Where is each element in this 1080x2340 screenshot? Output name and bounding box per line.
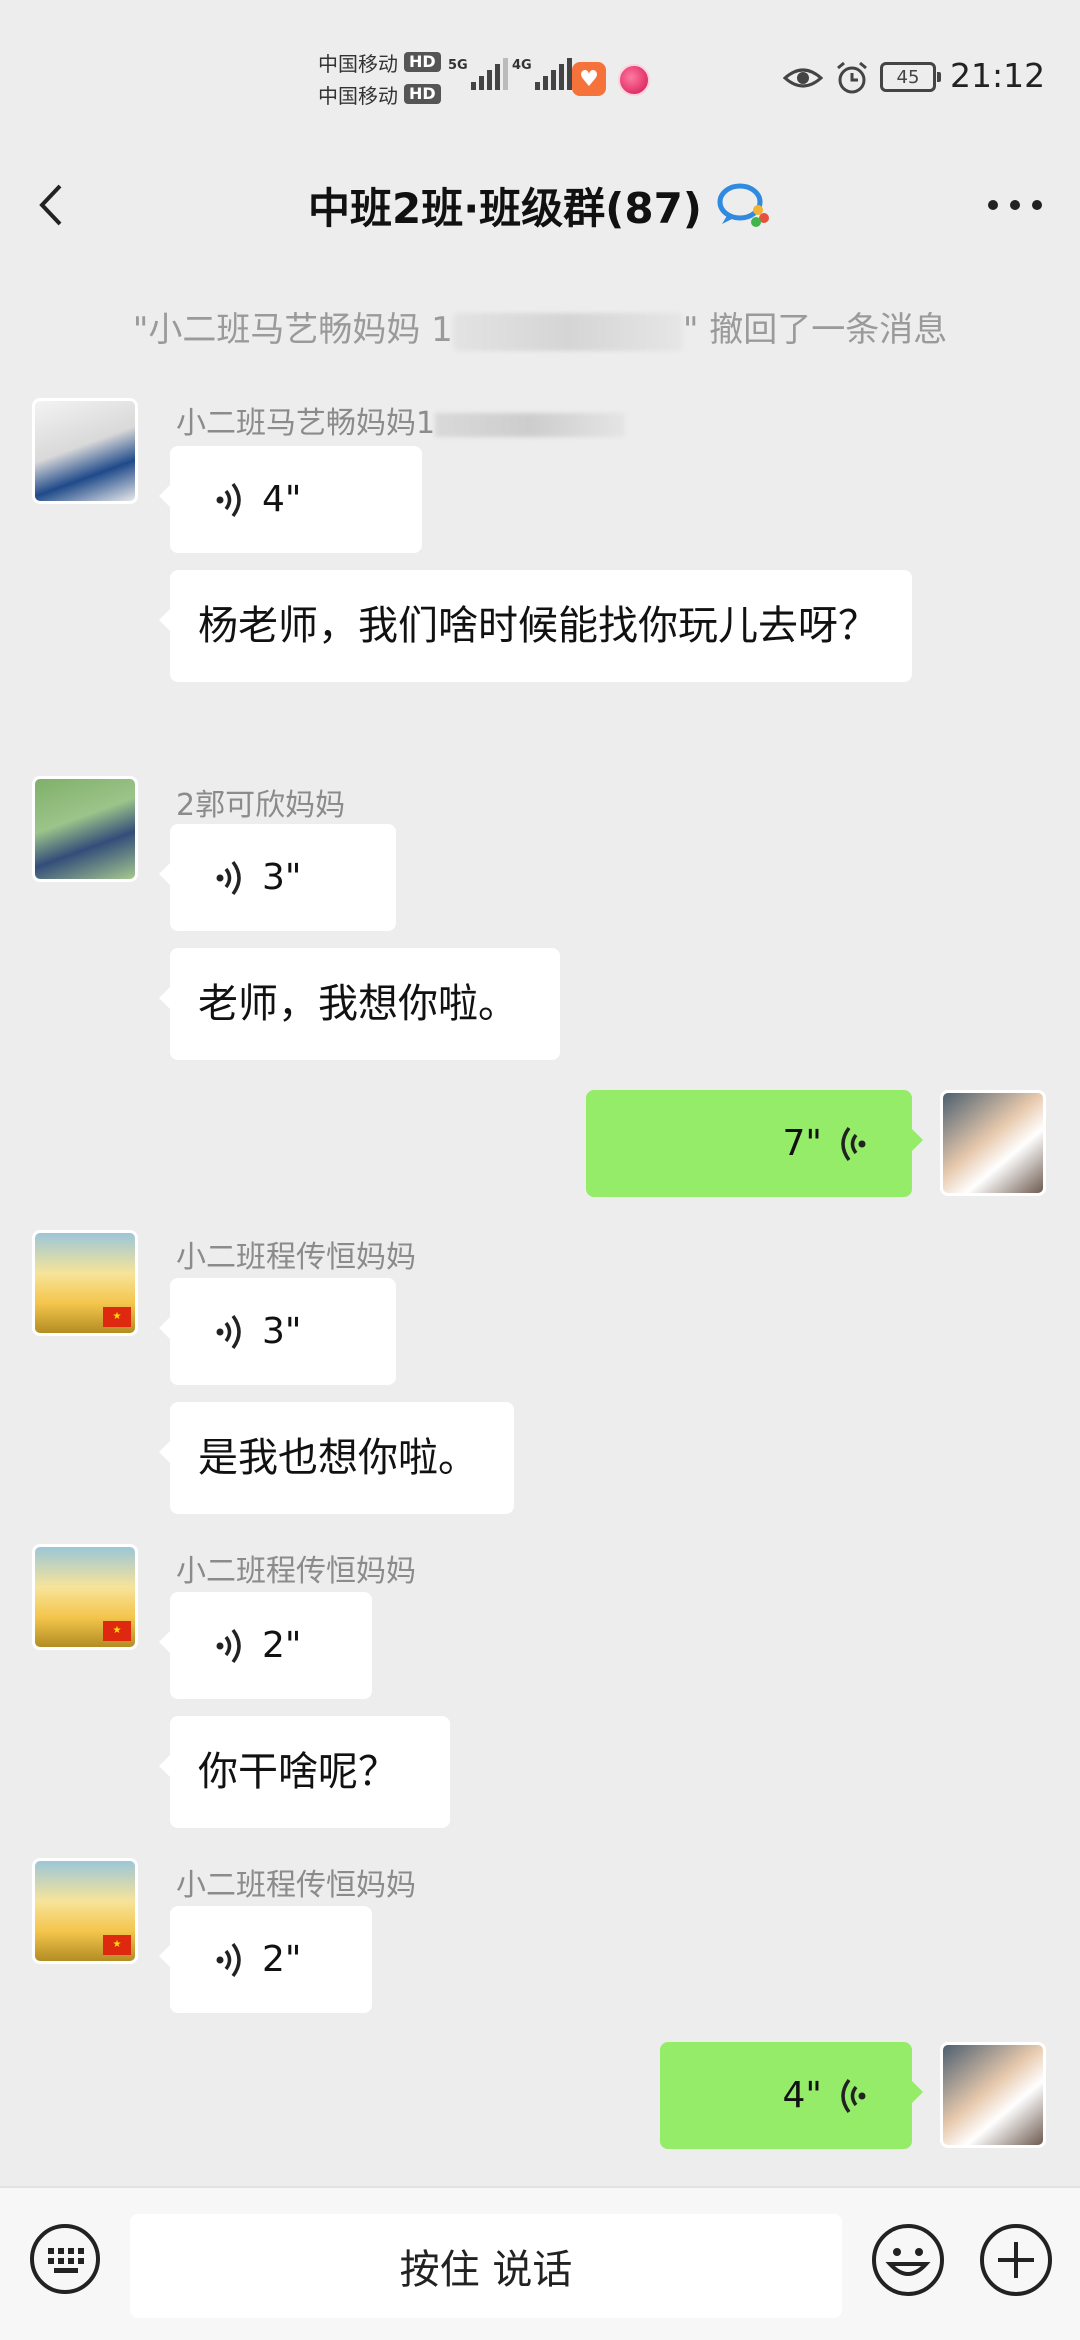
recall-notice: "小二班马艺畅妈妈 1 " 撤回了一条消息 [132,310,948,351]
voice-wave-icon [216,1942,241,1977]
voice-duration: 4" [782,2075,822,2116]
text-message[interactable]: 是我也想你啦。 [159,1402,514,1514]
signal-5g-icon: 5G [448,58,511,90]
avatar[interactable]: ★ [32,1230,138,1336]
voice-message[interactable]: 3" [159,824,396,931]
eye-icon [783,68,823,88]
avatar[interactable] [32,776,138,882]
voice-duration: 3" [262,1311,302,1352]
battery-level: 45 [896,66,920,88]
health-app-icon: ♥ [572,62,606,96]
voice-wave-icon [841,1126,866,1161]
hd-badge: HD [404,84,441,104]
voice-wave-icon [216,860,241,895]
signal-4g-icon: 4G [512,58,575,90]
voice-wave-icon [216,1628,241,1663]
carrier-1: 中国移动 [318,51,398,76]
voice-wave-icon [216,1314,241,1349]
keyboard-icon[interactable] [28,2222,102,2296]
alarm-icon [837,61,867,94]
voice-message[interactable]: 4" [159,446,422,553]
redacted-text [435,412,626,437]
text-message[interactable]: 你干啥呢？ [159,1716,450,1828]
notification-dot-icon [618,64,650,96]
emoji-icon[interactable] [870,2222,946,2298]
sender-name: 小二班程传恒妈妈 [176,1868,416,1903]
chat-header: 中班2班·班级群(87) [0,150,1080,260]
voice-wave-icon [841,2078,866,2113]
voice-message[interactable]: 2" [159,1592,372,1699]
my-avatar[interactable] [940,2042,1046,2148]
clock: 21:12 [950,56,1046,95]
voice-wave-icon [216,482,241,517]
flag-icon: ★ [103,1307,131,1327]
voice-message[interactable]: 2" [159,1906,372,2013]
voice-message[interactable]: 4" [660,2042,923,2149]
input-bar: 按住 说话 [0,2186,1080,2340]
chat-title: 中班2班·班级群(87) [307,183,703,233]
hd-badge: HD [404,52,441,72]
voice-duration: 2" [262,1939,302,1980]
carrier-info: 中国移动 HD 中国移动 HD [318,46,441,110]
sender-name: 2郭可欣妈妈 [176,788,346,823]
sender-name: 小二班马艺畅妈妈1 [176,398,626,442]
sender-name: 小二班程传恒妈妈 [176,1554,416,1589]
voice-message[interactable]: 3" [159,1278,396,1385]
voice-duration: 4" [262,479,302,520]
battery-icon: 45 [880,62,941,92]
hold-to-talk-button[interactable]: 按住 说话 [130,2214,842,2318]
my-avatar[interactable] [940,1090,1046,1196]
flag-icon: ★ [103,1935,131,1955]
flag-icon: ★ [103,1621,131,1641]
voice-duration: 3" [262,857,302,898]
carrier-2: 中国移动 [318,83,398,108]
plus-icon[interactable] [978,2222,1054,2298]
sender-name: 小二班程传恒妈妈 [176,1240,416,1275]
status-bar: 中国移动 HD 中国移动 HD 5G 4G ♥ 45 21:12 [0,0,1080,150]
avatar[interactable]: ★ [32,1544,138,1650]
voice-message[interactable]: 7" [586,1090,923,1197]
redacted-text [452,312,683,351]
voice-duration: 2" [262,1625,302,1666]
avatar[interactable] [32,398,138,504]
group-chat-icon [717,183,770,227]
text-message[interactable]: 老师，我想你啦。 [159,948,560,1060]
more-options-icon[interactable] [988,188,1042,222]
avatar[interactable]: ★ [32,1858,138,1964]
voice-duration: 7" [782,1123,822,1164]
text-message[interactable]: 杨老师，我们啥时候能找你玩儿去呀？ [159,570,912,682]
